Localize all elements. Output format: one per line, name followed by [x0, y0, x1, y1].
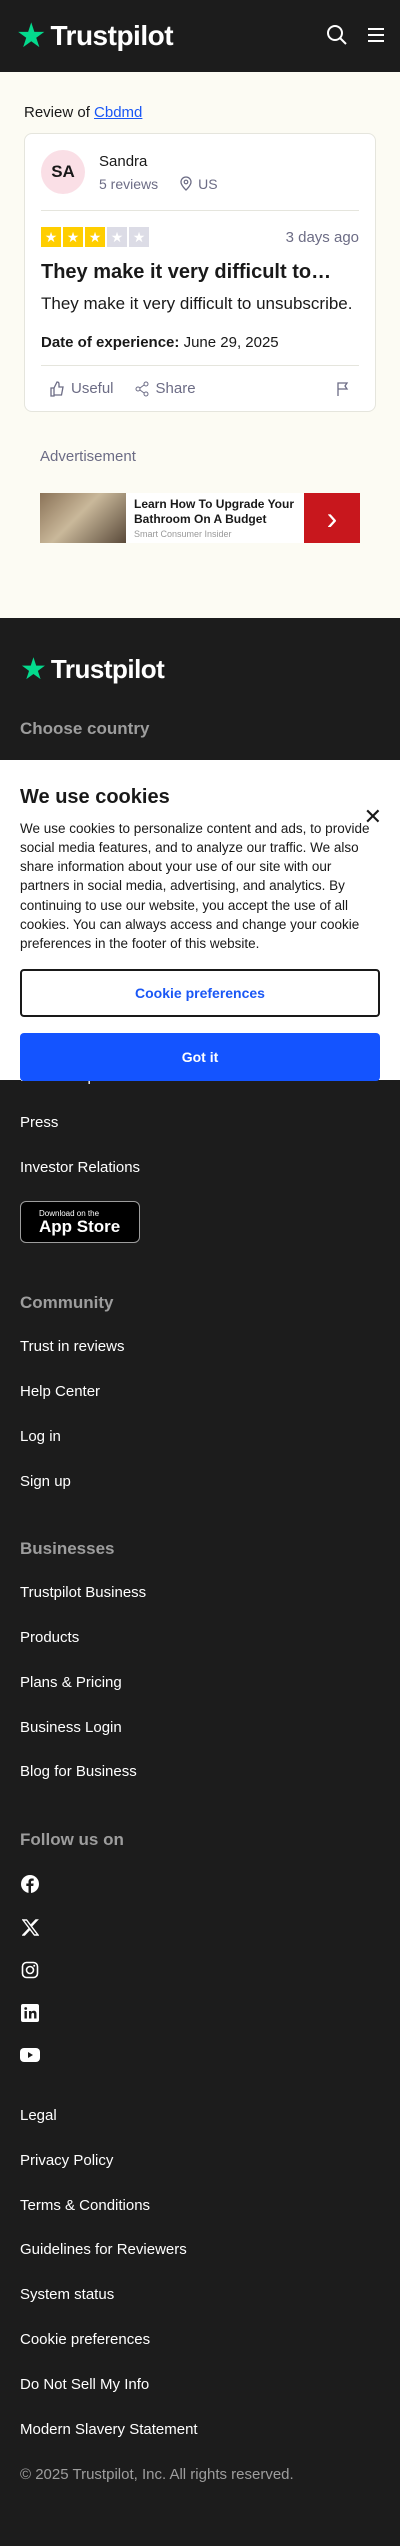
useful-button[interactable]: Useful [49, 380, 114, 397]
date-of-experience: Date of experience: June 29, 2025 [41, 334, 359, 366]
star-empty-icon: ★ [129, 227, 149, 247]
footer-link[interactable]: Terms & Conditions [20, 2197, 150, 2214]
trustpilot-logo[interactable]: ★ Trustpilot [16, 17, 174, 55]
footer-link[interactable]: Trust in reviews [20, 1338, 124, 1355]
footer-link[interactable]: Help Center [20, 1383, 100, 1400]
footer-link[interactable]: Blog for Business [20, 1763, 137, 1780]
footer-link[interactable]: Do Not Sell My Info [20, 2376, 149, 2393]
review-section: Review of Cbdmd SA Sandra 5 reviews US ★… [0, 72, 400, 618]
star-filled-icon: ★ [85, 227, 105, 247]
footer: ★ Trustpilot Choose country [0, 618, 400, 739]
cookie-preferences-button[interactable]: Cookie preferences [20, 969, 380, 1018]
footer-link[interactable]: Trustpilot Business [20, 1584, 146, 1601]
footer-link[interactable]: Press [20, 1114, 58, 1131]
choose-country-heading[interactable]: Choose country [20, 719, 380, 739]
footer-link[interactable]: Sign up [20, 1473, 71, 1490]
star-rating: ★ ★ ★ ★ ★ [41, 227, 149, 247]
businesses-heading: Businesses [20, 1539, 115, 1558]
footer-brand-name: Trustpilot [50, 654, 165, 684]
reviewer-country: US [198, 175, 218, 192]
cookie-text: We use cookies to personalize content an… [20, 821, 370, 951]
cookie-banner: We use cookies ✕ We use cookies to perso… [0, 760, 400, 1082]
footer-link[interactable]: Investor Relations [20, 1159, 140, 1176]
copyright: © 2025 Trustpilot, Inc. All rights reser… [20, 2466, 294, 2483]
search-icon[interactable] [326, 24, 348, 46]
share-button[interactable]: Share [134, 380, 196, 397]
star-logo-icon: ★ [16, 17, 47, 55]
top-header: ★ Trustpilot [0, 0, 400, 72]
youtube-icon[interactable] [20, 2045, 40, 2065]
footer-link[interactable]: Privacy Policy [20, 2152, 113, 2169]
footer-logo[interactable]: ★ Trustpilot [20, 654, 380, 685]
accept-cookies-button[interactable]: Got it [20, 1033, 380, 1082]
x-icon[interactable] [20, 1917, 40, 1937]
cookie-title: We use cookies [20, 786, 170, 808]
footer-link[interactable]: Plans & Pricing [20, 1674, 122, 1691]
footer-link[interactable]: Log in [20, 1428, 61, 1445]
star-filled-icon: ★ [63, 227, 83, 247]
star-empty-icon: ★ [107, 227, 127, 247]
footer-link[interactable]: Modern Slavery Statement [20, 2421, 198, 2438]
menu-icon[interactable] [366, 24, 386, 46]
footer-link[interactable]: Products [20, 1629, 79, 1646]
review-body: They make it very difficult to unsubscri… [41, 294, 353, 313]
ad-chevron-right-icon[interactable]: › [304, 493, 360, 543]
footer-link[interactable]: Legal [20, 2107, 57, 2124]
review-card: SA Sandra 5 reviews US ★ ★ ★ ★ ★ 3 days ago … [24, 133, 376, 412]
review-date: 3 days ago [285, 228, 359, 246]
company-link[interactable]: Cbdmd [94, 104, 142, 121]
footer-link[interactable]: System status [20, 2286, 114, 2303]
review-of-line: Review of Cbdmd [24, 104, 143, 121]
ad-title[interactable]: Learn How To Upgrade Your Bathroom On A … [134, 497, 296, 527]
app-store-button[interactable]: Download on the App Store [20, 1201, 140, 1243]
star-filled-icon: ★ [41, 227, 61, 247]
avatar[interactable]: SA [41, 150, 85, 194]
flag-icon[interactable] [335, 381, 351, 397]
ad-label: Advertisement [40, 448, 136, 465]
share-icon [135, 381, 149, 396]
footer-link[interactable]: Business Login [20, 1719, 122, 1736]
linkedin-icon[interactable] [20, 2003, 40, 2023]
community-heading: Community [20, 1293, 114, 1312]
star-logo-icon: ★ [20, 652, 47, 686]
review-title[interactable]: They make it very difficult to… [41, 261, 359, 284]
reviewer-info: SA Sandra 5 reviews US [41, 150, 359, 211]
footer-link[interactable]: Guidelines for Reviewers [20, 2241, 187, 2258]
ad-source: Smart Consumer Insider [134, 529, 232, 539]
instagram-icon[interactable] [20, 1960, 40, 1980]
advertisement-banner[interactable]: Learn How To Upgrade Your Bathroom On A … [40, 493, 360, 543]
footer-link[interactable]: Cookie preferences [20, 2331, 150, 2348]
follow-heading: Follow us on [20, 1830, 124, 1849]
ad-image[interactable] [40, 493, 126, 543]
reviewer-review-count: 5 reviews [99, 175, 159, 192]
reviewer-name[interactable]: Sandra [99, 153, 218, 170]
location-pin-icon [180, 176, 192, 191]
close-icon[interactable]: ✕ [364, 804, 382, 830]
thumbs-up-icon [50, 380, 64, 397]
brand-name: Trustpilot [50, 20, 174, 51]
facebook-icon[interactable] [20, 1874, 40, 1894]
